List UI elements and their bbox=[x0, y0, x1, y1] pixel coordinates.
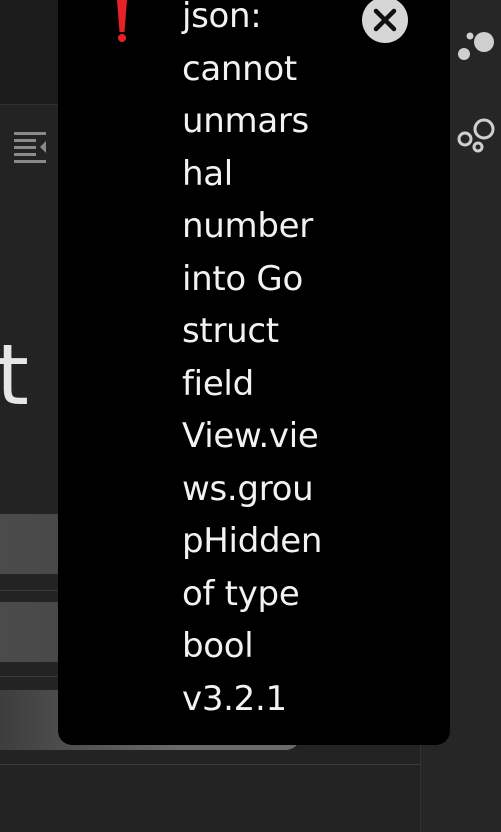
exclamation-icon bbox=[117, 0, 127, 42]
circles-cluster-icon[interactable] bbox=[454, 116, 496, 154]
error-message-line: json: bbox=[182, 0, 262, 36]
error-message-line: ws.grou bbox=[182, 468, 314, 509]
error-message-line: cannot bbox=[182, 48, 297, 89]
error-message-line: of type bbox=[182, 573, 300, 614]
close-icon bbox=[373, 8, 397, 32]
outline-toggle-icon[interactable] bbox=[12, 128, 50, 166]
close-toast-button[interactable] bbox=[362, 0, 408, 43]
error-message-line: hal bbox=[182, 153, 233, 194]
error-message-line: into Go bbox=[182, 258, 303, 299]
error-message-line: unmars bbox=[182, 101, 309, 141]
app-screen: t json: cannot unmars hal number into Go… bbox=[0, 0, 501, 832]
document-title-fragment: t bbox=[0, 326, 29, 424]
dots-cluster-icon[interactable] bbox=[454, 28, 496, 64]
error-message-line: field bbox=[182, 363, 254, 404]
error-message-line: pHidden bbox=[182, 521, 323, 561]
error-message-line: v3.2.1 bbox=[182, 678, 287, 719]
error-message-line: View.vie bbox=[182, 416, 319, 456]
error-message: json: cannot unmars hal number into Go s… bbox=[182, 0, 352, 725]
divider bbox=[0, 764, 420, 765]
error-message-line: struct bbox=[182, 311, 279, 351]
error-message-line: number bbox=[182, 206, 313, 246]
error-message-line: bool bbox=[182, 626, 254, 666]
